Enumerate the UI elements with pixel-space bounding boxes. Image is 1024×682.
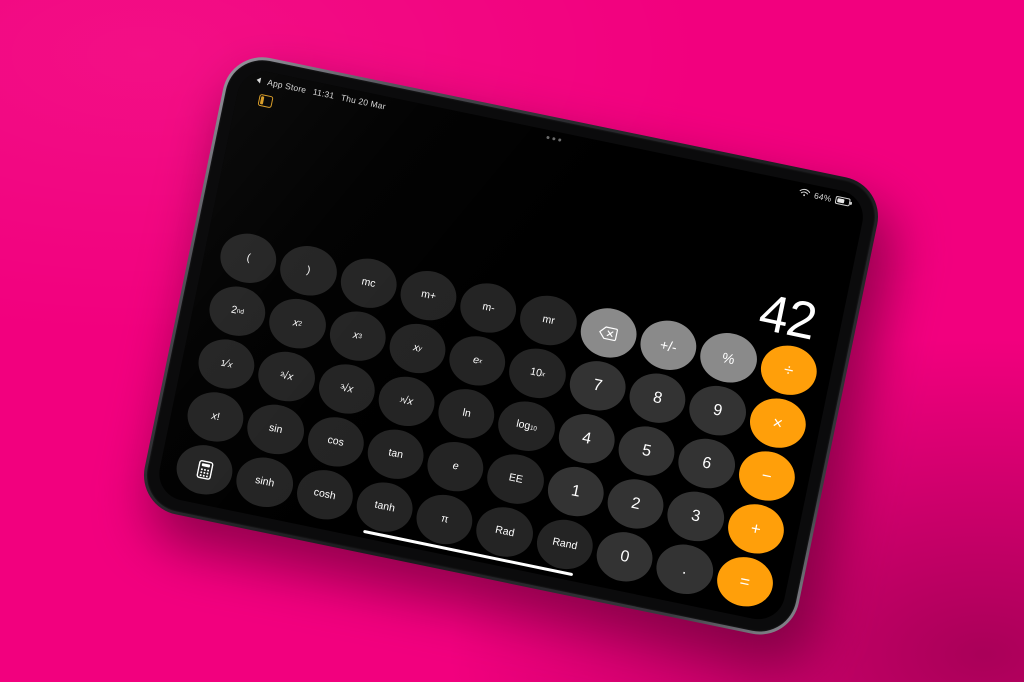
key-backspace[interactable] [576,303,642,363]
status-bar-left: App Store 11:31 Thu 20 Mar [256,75,387,112]
key-factorial[interactable]: x! [183,387,249,447]
status-date: Thu 20 Mar [340,92,387,112]
key-ee[interactable]: EE [483,449,549,509]
key-sign-toggle[interactable]: +/- [636,315,702,376]
key-second[interactable]: 2nd [204,281,271,341]
key-plus[interactable]: + [723,499,789,559]
key-sin[interactable]: sin [243,399,309,460]
key-3[interactable]: 3 [663,486,729,547]
key-rad[interactable]: Rad [472,502,538,562]
key-e-pow-x[interactable]: ex [445,331,511,391]
key-8[interactable]: 8 [625,368,691,428]
key-0[interactable]: 0 [592,527,658,587]
key-one-over-x[interactable]: 1 ⁄ x [194,334,260,394]
key-m-minus[interactable]: m- [455,278,522,338]
battery-percent-label: 64% [813,190,833,204]
key-mc[interactable]: mc [335,253,402,313]
back-app-label[interactable]: App Store [266,77,307,95]
key-ten-pow-x[interactable]: 10 x [505,343,571,404]
key-x-squared[interactable]: x2 [264,293,331,354]
key-4[interactable]: 4 [554,408,620,469]
back-triangle-icon[interactable] [256,76,262,84]
key-close-paren[interactable]: ) [275,241,341,301]
key-percent[interactable]: % [696,328,762,388]
key-tanh[interactable]: tanh [352,477,418,537]
status-time: 11:31 [312,86,336,101]
key-e[interactable]: e [423,436,489,497]
key-log10[interactable]: log 10 [494,396,560,456]
key-2[interactable]: 2 [603,474,669,534]
key-cosh[interactable]: cosh [292,465,358,525]
calculator-icon[interactable] [172,440,238,500]
key-square-root[interactable]: 2 √ x [254,346,320,407]
key-5[interactable]: 5 [614,421,680,481]
key-9[interactable]: 9 [685,380,751,441]
key-decimal[interactable]: . [652,539,718,599]
key-cos[interactable]: cos [303,412,369,472]
key-1[interactable]: 1 [543,461,609,522]
key-pi[interactable]: π [412,489,478,550]
battery-icon [834,195,851,207]
key-x-cubed[interactable]: x3 [324,306,391,366]
key-6[interactable]: 6 [674,433,740,494]
wifi-icon [798,187,811,200]
key-cube-root[interactable]: 3 √ x [314,359,380,419]
status-bar-right: 64% [798,187,851,208]
key-x-pow-y[interactable]: xy [385,318,451,379]
screenshot-stage: App Store 11:31 Thu 20 Mar 64% 42 () mc… [0,0,1024,682]
key-m-plus[interactable]: m+ [395,265,462,326]
key-tan[interactable]: tan [363,424,429,484]
key-7[interactable]: 7 [565,356,631,416]
key-open-paren[interactable]: ( [215,228,281,289]
key-divide[interactable]: ÷ [756,340,822,400]
key-y-root[interactable]: y √ x [374,371,440,432]
key-equals[interactable]: = [712,552,778,612]
splitview-indicator-icon[interactable] [257,93,274,109]
display-value: 42 [754,282,821,352]
key-sinh[interactable]: sinh [232,452,298,512]
key-mr[interactable]: mr [516,290,582,351]
key-ln[interactable]: ln [434,384,500,444]
key-multiply[interactable]: × [745,393,811,453]
key-minus[interactable]: − [734,446,800,506]
key-rand[interactable]: Rand [532,514,598,575]
